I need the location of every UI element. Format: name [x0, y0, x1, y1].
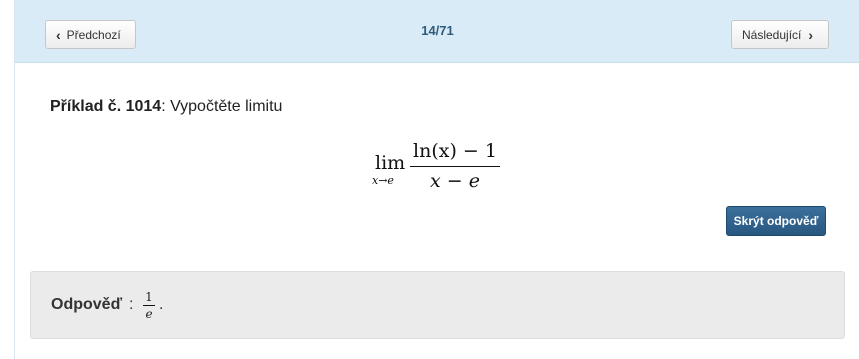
limit-fraction: ln(x) − 1 x − e — [410, 138, 500, 193]
limit-operator: lim — [375, 152, 406, 174]
navigation-bar: ‹ Předchozí 14/71 Následující › — [15, 0, 859, 63]
answer-colon: : — [129, 296, 134, 313]
exercise-statement: Příklad č. 1014: Vypočtěte limitu — [50, 98, 282, 116]
answer-label: Odpověď — [51, 296, 123, 313]
next-label: Následující — [742, 27, 802, 42]
answer-denominator: e — [145, 307, 153, 321]
exercise-prompt: : Vypočtěte limitu — [161, 98, 283, 115]
answer-fraction-bar — [143, 305, 155, 306]
answer-period: . — [159, 296, 164, 313]
exercise-number: Příklad č. 1014 — [50, 98, 162, 115]
exercise-panel: ‹ Předchozí 14/71 Následující › Příklad … — [14, 0, 859, 359]
fraction-bar — [410, 166, 500, 167]
answer-fraction: 1 e — [143, 290, 155, 321]
fraction-numerator: ln(x) − 1 — [413, 140, 497, 162]
limit-subscript: x→e — [372, 174, 394, 187]
chevron-right-icon: › — [808, 26, 814, 43]
answer-numerator: 1 — [145, 290, 153, 304]
fraction-denominator: x − e — [430, 170, 480, 192]
limit-formula: lim x→e ln(x) − 1 x − e — [372, 138, 502, 196]
answer-box: Odpověď : 1 e . — [30, 271, 845, 339]
next-button[interactable]: Následující › — [731, 20, 829, 49]
hide-answer-button[interactable]: Skrýt odpověď — [726, 206, 826, 236]
